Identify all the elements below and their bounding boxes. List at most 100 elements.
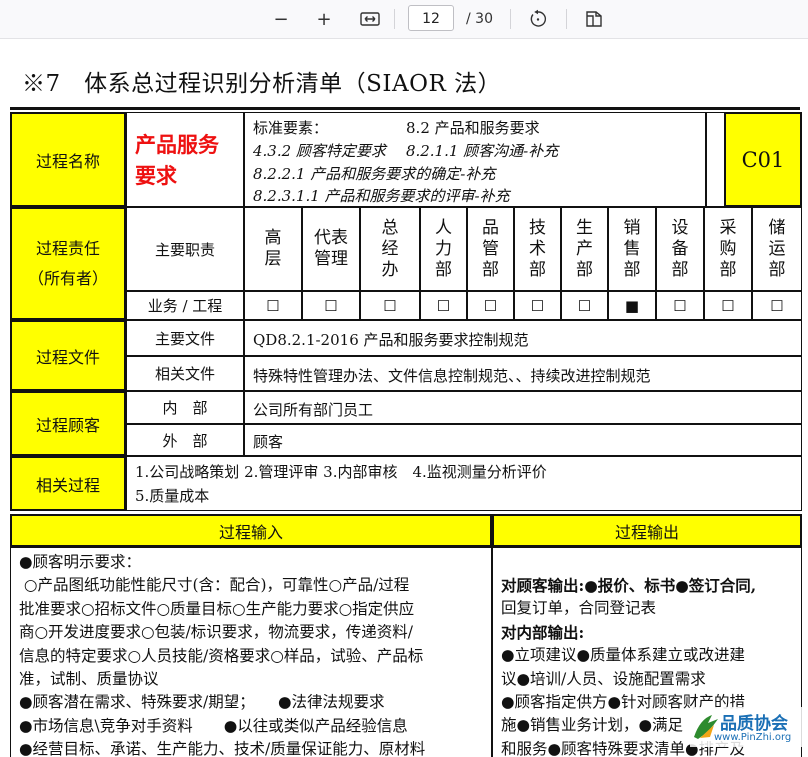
responsibility-label: 过程责任 （所有者）: [10, 207, 126, 320]
input-line: 信息的特定要求○人员技能/资格要求○样品，试验、产品标: [19, 646, 424, 665]
dept-production-checkbox[interactable]: ☐: [561, 291, 608, 320]
dept-sales: 销售部: [608, 207, 656, 291]
dept-equipment-checkbox[interactable]: ☐: [656, 291, 704, 320]
external-label-text: 外 部: [162, 431, 208, 450]
dept-sales-checkbox[interactable]: ■: [608, 291, 656, 320]
files-label-text: 过程文件: [35, 347, 100, 367]
responsibility-label-line1: 过程责任: [35, 238, 100, 258]
internal-value: 公司所有部门员工: [244, 391, 802, 424]
page-view-button[interactable]: [580, 0, 608, 38]
checkbox-mark: ☐: [530, 296, 545, 315]
dept-qc-checkbox[interactable]: ☐: [467, 291, 514, 320]
dept-gm-office-checkbox[interactable]: ☐: [360, 291, 420, 320]
internal-value-text: 公司所有部门员工: [253, 401, 374, 419]
customers-label: 过程顾客: [10, 391, 126, 456]
internal-label-text: 内 部: [162, 399, 208, 417]
business-text: 业务 / 工程: [147, 297, 223, 315]
main-files-value: QD8.2.1-2016 产品和服务要求控制规范: [244, 320, 802, 356]
related-files-label-text: 相关文件: [154, 365, 215, 383]
process-code: C01: [724, 112, 802, 207]
dept-name: 高层: [264, 228, 282, 269]
dept-name: 采购部: [719, 217, 737, 280]
external-value-text: 顾客: [253, 433, 284, 451]
output-line: 对内部输出:: [501, 622, 585, 642]
dept-name: 销售部: [623, 217, 641, 280]
dept-name: 人力部: [435, 217, 452, 280]
related-process-line2: 5.质量成本: [135, 487, 210, 505]
rotate-button[interactable]: [524, 0, 552, 38]
related-files-label: 相关文件: [126, 356, 244, 391]
external-label: 外 部: [126, 424, 244, 456]
page-total: / 30: [466, 11, 493, 27]
main-duty-text: 主要职责: [154, 240, 215, 259]
checkbox-mark: ☐: [324, 296, 338, 315]
title-rule: [10, 107, 800, 110]
minus-icon: −: [273, 8, 289, 30]
output-line: 回复订单，合同登记表: [501, 599, 657, 618]
main-duty-label: 主要职责: [126, 207, 244, 291]
dept-mgmt-rep: 代表 管理: [302, 207, 360, 291]
process-name-label-text: 过程名称: [35, 151, 100, 171]
pdf-toolbar: − + 12 / 30: [0, 0, 808, 39]
toolbar-separator: [394, 9, 395, 29]
external-value: 顾客: [244, 424, 802, 456]
output-line: 议●培训/人员、设施配置需求: [501, 669, 706, 688]
dept-equipment: 设备部: [656, 207, 704, 291]
watermark-title: 品质协会: [720, 714, 788, 734]
checkbox-mark: ☐: [483, 296, 498, 315]
dept-name: 代表 管理: [313, 228, 348, 269]
customers-label-text: 过程顾客: [35, 415, 100, 435]
dept-logistics: 储运部: [752, 207, 802, 291]
checkbox-mark: ☐: [577, 296, 592, 315]
process-name-label: 过程名称: [10, 112, 126, 207]
dept-production: 生产部: [561, 207, 608, 291]
process-name-line1: 产品服务: [135, 132, 219, 157]
zoom-out-button[interactable]: −: [268, 0, 294, 38]
zoom-in-button[interactable]: +: [311, 0, 337, 38]
main-files-value-text: QD8.2.1-2016 产品和服务要求控制规范: [253, 331, 529, 349]
related-files-value: 特殊特性管理办法、文件信息控制规范、、持续改进控制规范: [244, 356, 802, 391]
checkbox-mark: ☐: [266, 296, 280, 315]
output-line: ●立项建议●质量体系建立或改进建: [501, 646, 746, 665]
standard-elements: 标准要素： 8.2 产品和服务要求 4.3.2 顾客特定要求 8.2.1.1 顾客沟…: [244, 112, 706, 207]
two-page-icon: [586, 11, 602, 27]
input-header: 过程输入: [10, 514, 492, 547]
input-line: 批准要求○招标文件○质量目标○生产能力要求○指定供应: [19, 599, 415, 618]
std-line4: 8.2.3.1.1 产品和服务要求的评审-补充: [253, 187, 510, 205]
output-header-text: 过程输出: [614, 522, 679, 542]
rotate-icon: [530, 9, 547, 27]
dept-gm-office: 总经办: [360, 207, 420, 291]
process-name-value: 产品服务 要求: [126, 112, 244, 207]
dept-logistics-checkbox[interactable]: ☐: [752, 291, 802, 320]
page-number-input[interactable]: 12: [408, 5, 454, 31]
dept-name: 设备部: [671, 217, 689, 280]
main-files-label-text: 主要文件: [154, 329, 215, 348]
dept-qc: 品管部: [467, 207, 514, 291]
dept-senior-checkbox[interactable]: ☐: [244, 291, 302, 320]
input-line: 准，试制、质量协议: [19, 670, 159, 689]
input-line: ●经营目标、承诺、生产能力、技术/质量保证能力、原材料: [19, 740, 426, 757]
dept-name: 生产部: [576, 217, 593, 280]
code-spacer: [706, 112, 724, 207]
dept-purchasing-checkbox[interactable]: ☐: [704, 291, 752, 320]
input-header-text: 过程输入: [218, 522, 283, 542]
input-line: ○产品图纸功能性能尺寸(含：配合)，可靠性○产品/过程: [19, 576, 410, 595]
related-process-label-text: 相关过程: [35, 475, 100, 495]
fit-width-button[interactable]: [356, 0, 384, 38]
checkbox-mark: ☐: [383, 296, 397, 315]
input-line: ●顾客潜在需求、特殊要求/期望； ●法律法规要求: [19, 693, 385, 712]
dept-tech-checkbox[interactable]: ☐: [514, 291, 561, 320]
document-title: ※7 体系总过程识别分析清单（SIAOR 法）: [22, 71, 502, 97]
std-label: 标准要素：: [253, 119, 329, 137]
checkbox-mark: ☐: [673, 296, 687, 315]
dept-hr-checkbox[interactable]: ☐: [420, 291, 467, 320]
fit-width-icon: [360, 12, 380, 26]
toolbar-separator: [566, 9, 567, 29]
process-code-text: C01: [741, 147, 785, 172]
dept-mgmt-rep-checkbox[interactable]: ☐: [302, 291, 360, 320]
watermark-url: www.PinZhi.org: [714, 732, 792, 743]
main-files-label: 主要文件: [126, 320, 244, 356]
input-line: ●市场信息\竞争对手资料 ●以往或类似产品经验信息: [19, 716, 408, 735]
related-files-value-text: 特殊特性管理办法、文件信息控制规范、、持续改进控制规范: [253, 367, 651, 385]
std-line3: 8.2.2.1 产品和服务要求的确定-补充: [253, 165, 496, 183]
